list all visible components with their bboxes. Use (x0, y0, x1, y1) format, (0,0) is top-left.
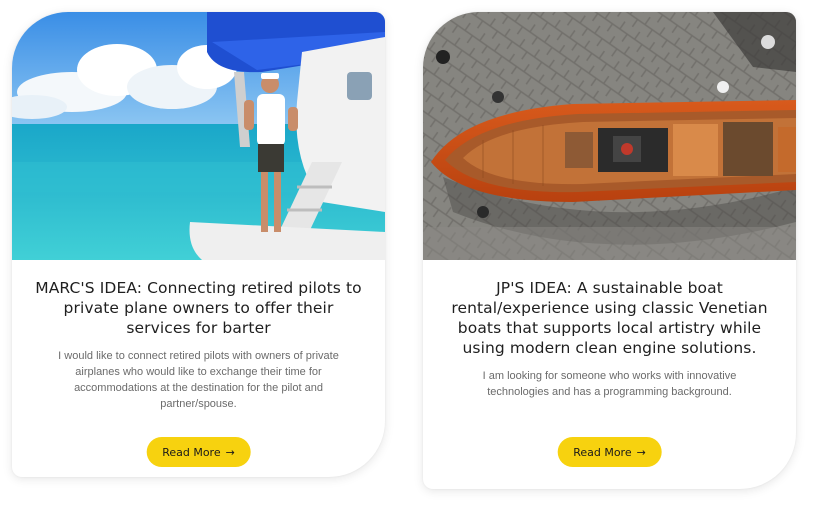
card-title: JP'S IDEA: A sustainable boat rental/exp… (451, 279, 768, 357)
read-more-label: Read More (162, 445, 221, 459)
venetian-boat-aerial-photo (423, 12, 796, 260)
card-body: MARC'S IDEA: Connecting retired pilots t… (12, 260, 385, 477)
card-body: JP'S IDEA: A sustainable boat rental/exp… (423, 260, 796, 489)
seaplane-pilot-photo (12, 12, 385, 260)
card-description: I am looking for someone who works with … (482, 370, 737, 398)
idea-card-jp: JP'S IDEA: A sustainable boat rental/exp… (423, 12, 796, 489)
idea-card-marc: MARC'S IDEA: Connecting retired pilots t… (12, 12, 385, 477)
card-title: MARC'S IDEA: Connecting retired pilots t… (35, 279, 362, 337)
arrow-right-icon: → (225, 445, 235, 459)
read-more-label: Read More (573, 445, 632, 459)
read-more-button[interactable]: Read More → (146, 437, 251, 467)
ideas-grid: MARC'S IDEA: Connecting retired pilots t… (0, 0, 820, 513)
arrow-right-icon: → (636, 445, 646, 459)
read-more-button[interactable]: Read More → (557, 437, 662, 467)
card-description: I would like to connect retired pilots w… (58, 350, 339, 410)
